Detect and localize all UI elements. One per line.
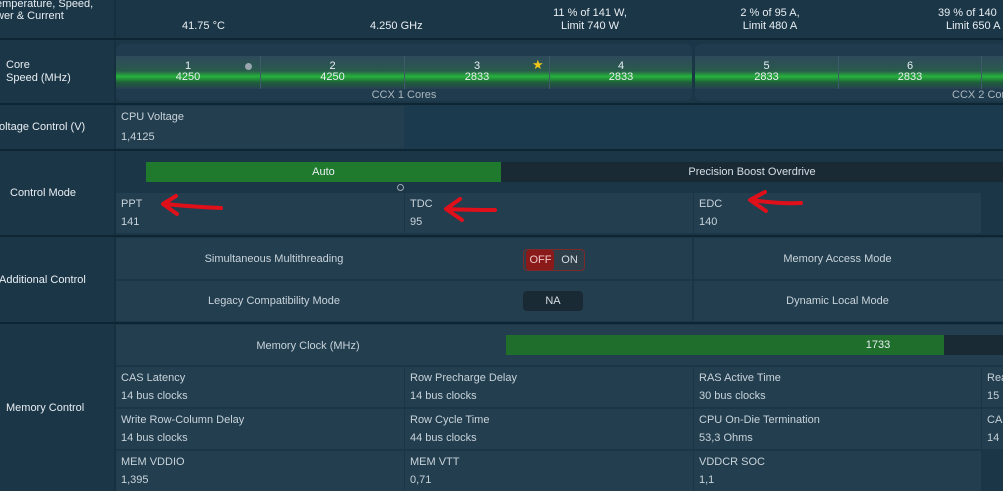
legacy-label: Legacy Compatibility Mode bbox=[207, 295, 341, 307]
row-precharge-cell[interactable]: Row Precharge Delay 14 bus clocks bbox=[405, 367, 693, 407]
memory-control-label: Memory Control bbox=[0, 324, 114, 491]
smt-toggle[interactable]: OFF ON bbox=[523, 249, 585, 271]
write-row-col-cell[interactable]: Write Row-Column Delay 14 bus clocks bbox=[116, 409, 404, 449]
cas-partial-cell[interactable]: CAS 14 bbox=[982, 409, 1003, 449]
cas-latency-cell[interactable]: CAS Latency 14 bus clocks bbox=[116, 367, 404, 407]
memory-clock-bar[interactable]: 1733 bbox=[506, 335, 1003, 355]
read-partial-cell[interactable]: Rea 15 bbox=[982, 367, 1003, 407]
dynamic-local-label: Dynamic Local Mode bbox=[786, 295, 889, 307]
memory-clock-value: 1733 bbox=[865, 339, 891, 351]
cpu-odt-cell[interactable]: CPU On-Die Termination 53,3 Ohms bbox=[694, 409, 981, 449]
smt-on[interactable]: ON bbox=[558, 250, 582, 270]
vddcr-soc-cell[interactable]: VDDCR SOC 1,1 bbox=[694, 451, 981, 491]
edc-arrow bbox=[748, 190, 803, 213]
row-cycle-cell[interactable]: Row Cycle Time 44 bus clocks bbox=[405, 409, 693, 449]
ppt-arrow bbox=[161, 194, 223, 216]
smt-off[interactable]: OFF bbox=[526, 250, 555, 270]
legacy-value-box[interactable]: NA bbox=[523, 291, 583, 311]
mem-vtt-cell[interactable]: MEM VTT 0,71 bbox=[405, 451, 693, 491]
tdc-arrow bbox=[444, 197, 497, 222]
memory-clock-label: Memory Clock (MHz) bbox=[256, 340, 360, 352]
memory-access-label: Memory Access Mode bbox=[783, 253, 892, 265]
ras-active-cell[interactable]: RAS Active Time 30 bus clocks bbox=[694, 367, 981, 407]
mem-vddio-cell[interactable]: MEM VDDIO 1,395 bbox=[116, 451, 404, 491]
additional-control-label: Additional Control bbox=[0, 237, 114, 322]
smt-label: Simultaneous Multithreading bbox=[204, 253, 344, 265]
